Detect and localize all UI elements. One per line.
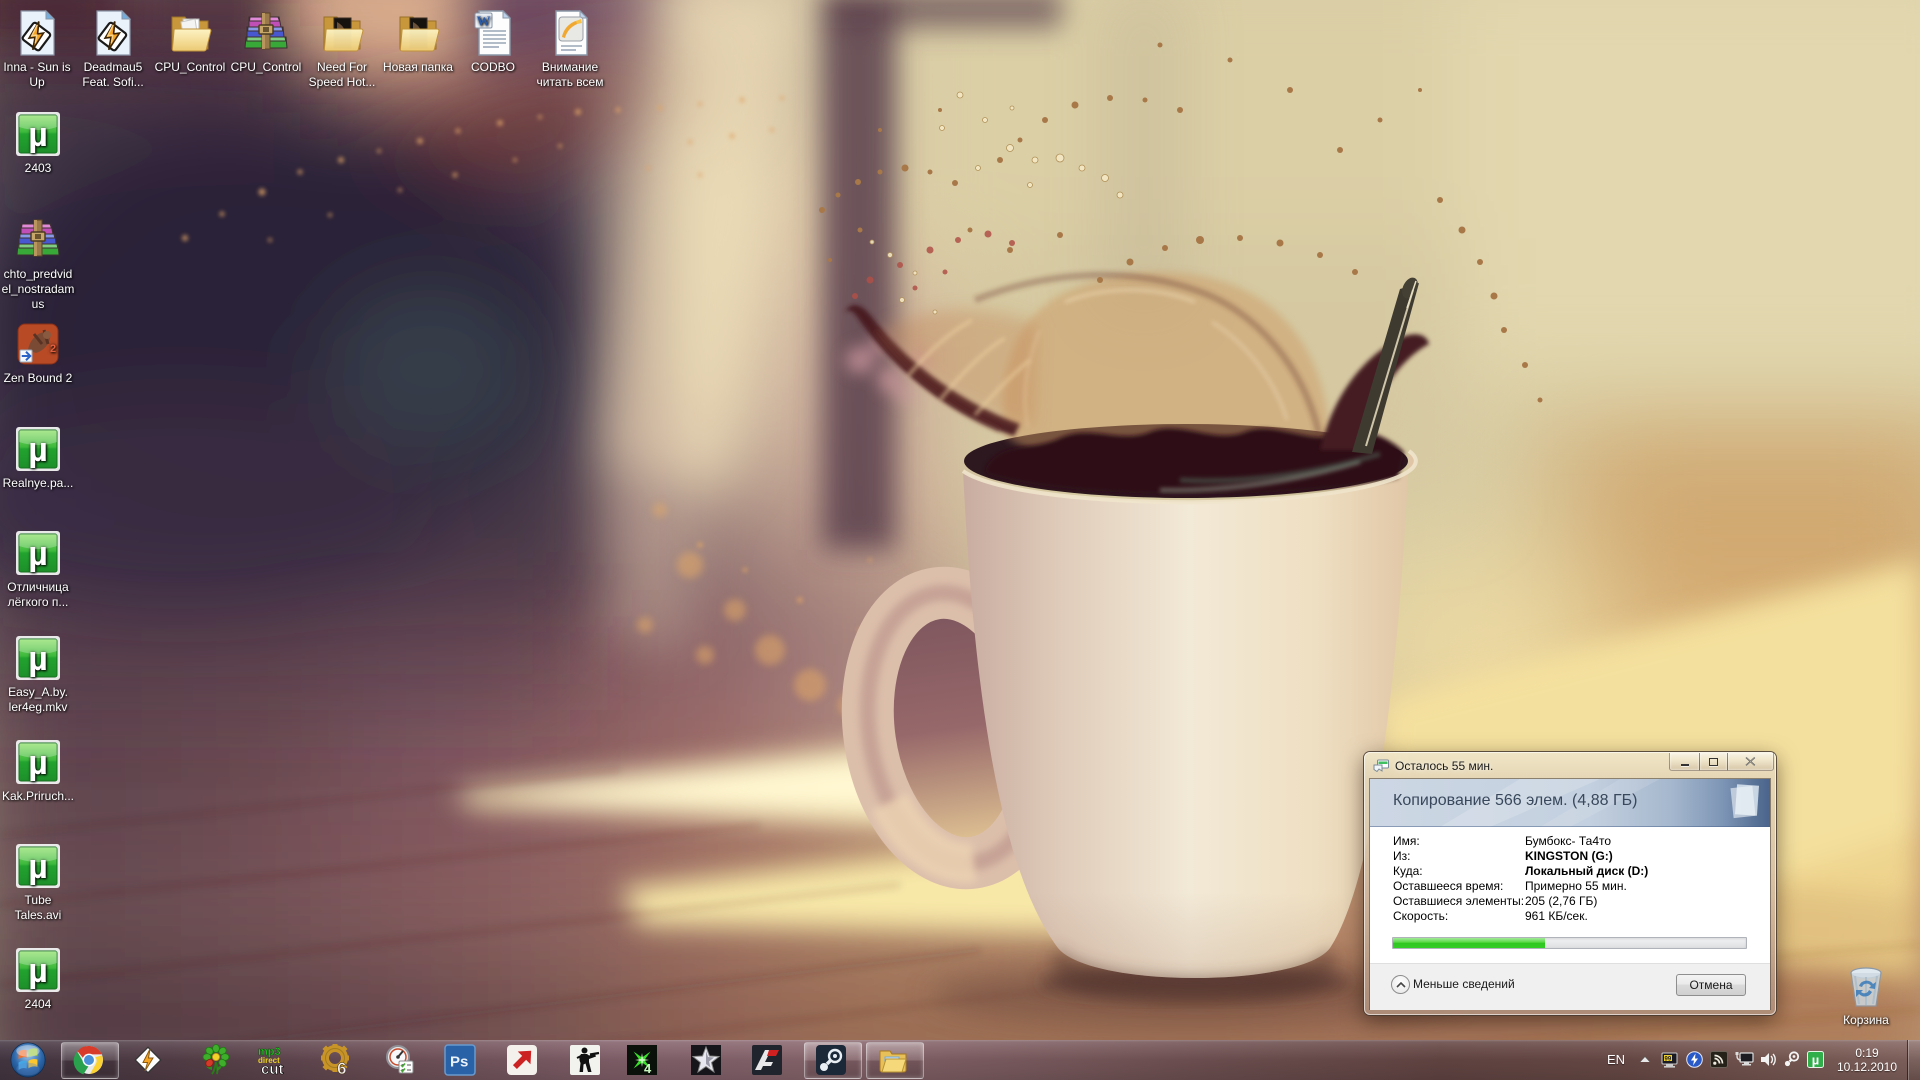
svg-text:µ: µ <box>1812 1053 1820 1068</box>
svg-text:99: 99 <box>1665 1057 1672 1063</box>
